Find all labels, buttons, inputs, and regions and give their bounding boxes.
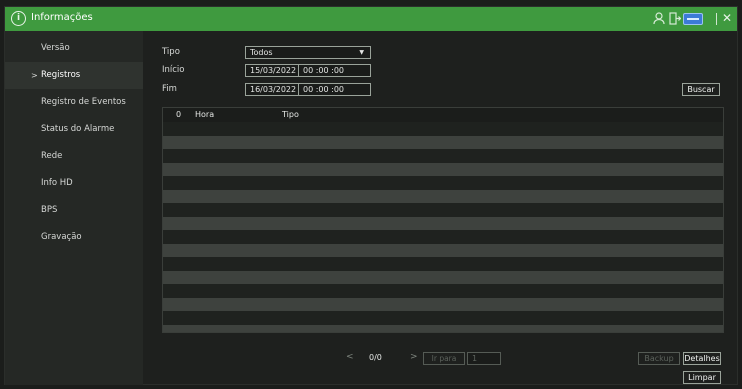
table-row[interactable]: [163, 243, 723, 257]
title-bar: i Informações ✕: [5, 7, 737, 31]
table-row[interactable]: [163, 135, 723, 149]
sidebar-item-info-hd[interactable]: Info HD: [5, 170, 143, 197]
sidebar-item-label: Status do Alarme: [41, 124, 115, 134]
table-row[interactable]: [163, 122, 723, 136]
fim-label: Fim: [162, 84, 177, 94]
table-row[interactable]: [163, 297, 723, 311]
inicio-date: 15/03/2022: [250, 66, 297, 75]
close-icon[interactable]: ✕: [722, 11, 732, 25]
table-row[interactable]: [163, 257, 723, 271]
search-button[interactable]: Buscar: [682, 83, 720, 96]
sidebar-item-rede[interactable]: Rede: [5, 143, 143, 170]
sidebar-item-registros[interactable]: > Registros: [5, 62, 143, 89]
sidebar-item-label: Info HD: [41, 178, 73, 188]
user-icon[interactable]: [653, 12, 667, 26]
table-row[interactable]: [163, 284, 723, 298]
column-header-tipo: Tipo: [282, 110, 299, 119]
field-divider: [298, 84, 299, 95]
dropdown-arrow-icon: ▼: [359, 49, 364, 56]
goto-page-input[interactable]: 1: [467, 352, 501, 365]
table-row[interactable]: [163, 162, 723, 176]
tipo-select-value: Todos: [250, 48, 273, 57]
table-row[interactable]: [163, 176, 723, 190]
sidebar-item-label: Registro de Eventos: [41, 97, 126, 107]
goto-page-button[interactable]: Ir para: [423, 352, 465, 365]
page-info: 0/0: [369, 353, 382, 362]
table-row[interactable]: [163, 324, 723, 332]
table-row[interactable]: [163, 230, 723, 244]
table-header: 0 Hora Tipo: [163, 108, 723, 122]
tipo-label: Tipo: [162, 47, 180, 57]
records-table: 0 Hora Tipo: [162, 107, 724, 333]
sidebar-item-registro-de-eventos[interactable]: Registro de Eventos: [5, 89, 143, 116]
inicio-label: Início: [162, 65, 185, 75]
sidebar-item-versao[interactable]: Versão: [5, 35, 143, 62]
chevron-right-icon: >: [31, 71, 38, 80]
table-row[interactable]: [163, 311, 723, 325]
table-row[interactable]: [163, 216, 723, 230]
prev-page-icon[interactable]: <: [346, 352, 354, 362]
exit-icon[interactable]: [669, 12, 682, 26]
sidebar-item-status-do-alarme[interactable]: Status do Alarme: [5, 116, 143, 143]
sidebar-item-label: BPS: [41, 205, 58, 215]
sidebar: Versão > Registros Registro de Eventos St…: [5, 31, 143, 385]
window-title: Informações: [31, 12, 93, 23]
table-row[interactable]: [163, 189, 723, 203]
column-header-hora: Hora: [195, 110, 215, 119]
sidebar-item-bps[interactable]: BPS: [5, 197, 143, 224]
sidebar-item-label: Rede: [41, 151, 63, 161]
table-row[interactable]: [163, 203, 723, 217]
sidebar-item-gravacao[interactable]: Gravação: [5, 224, 143, 251]
table-row[interactable]: [163, 270, 723, 284]
sidebar-item-label: Gravação: [41, 232, 82, 242]
fim-date: 16/03/2022: [250, 85, 297, 94]
info-icon: i: [11, 11, 26, 26]
tipo-select[interactable]: Todos ▼: [245, 46, 371, 59]
backup-button[interactable]: Backup: [638, 352, 680, 365]
hdd-icon[interactable]: [683, 13, 703, 25]
table-row[interactable]: [163, 149, 723, 163]
inicio-time: 00 :00 :00: [303, 66, 345, 75]
details-button[interactable]: Detalhes: [683, 352, 721, 365]
info-window: i Informações ✕ Versão > Registros Regist…: [4, 6, 738, 385]
inicio-datetime-field[interactable]: 15/03/2022 00 :00 :00: [245, 64, 371, 77]
field-divider: [298, 65, 299, 76]
clear-button[interactable]: Limpar: [683, 371, 721, 384]
titlebar-divider: [716, 13, 717, 25]
sidebar-item-label: Versão: [41, 43, 70, 53]
next-page-icon[interactable]: >: [410, 352, 418, 362]
sidebar-item-label: Registros: [41, 70, 81, 80]
column-header-index: 0: [176, 110, 182, 119]
fim-datetime-field[interactable]: 16/03/2022 00 :00 :00: [245, 83, 371, 96]
fim-time: 00 :00 :00: [303, 85, 345, 94]
